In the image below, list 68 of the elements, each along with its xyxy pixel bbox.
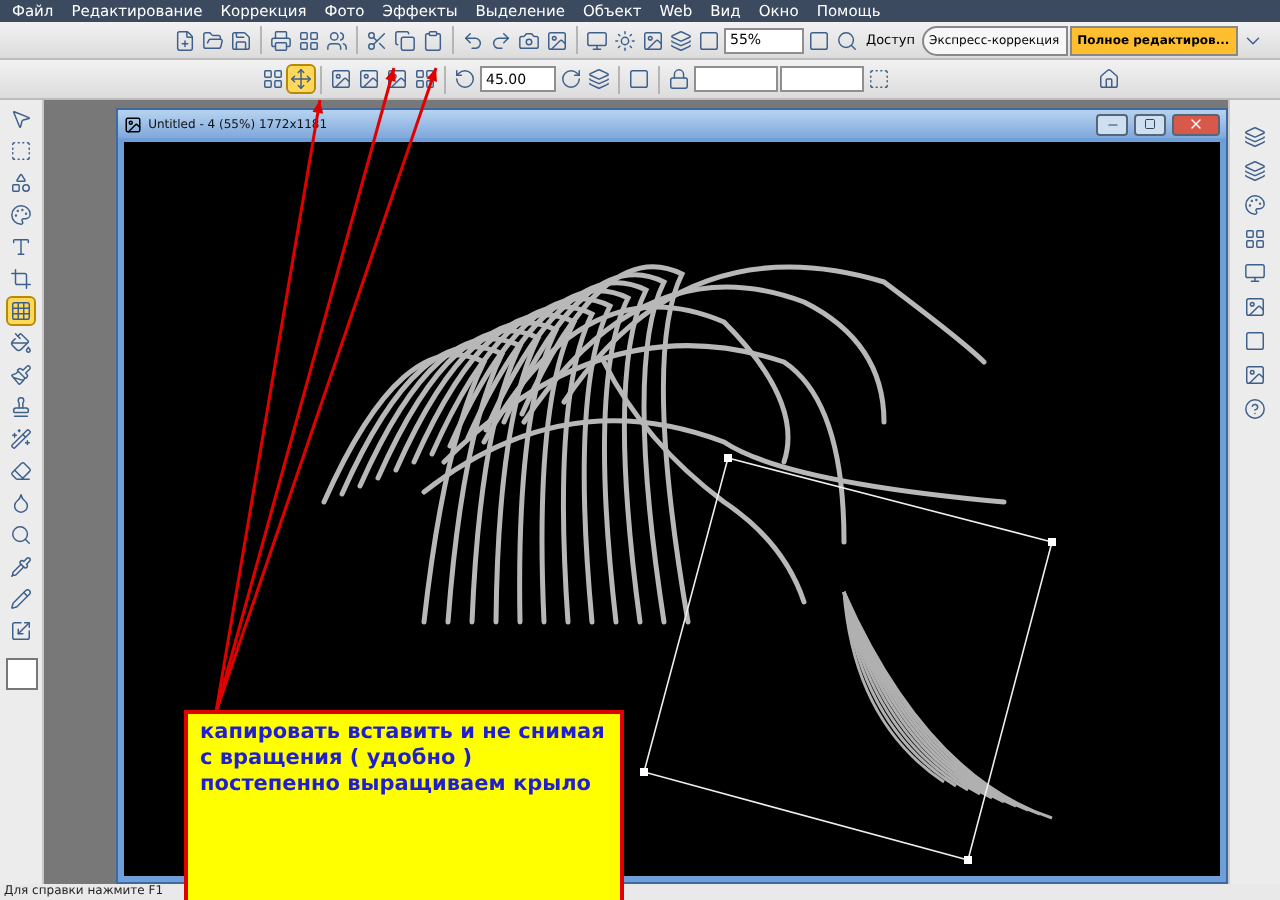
crop-icon[interactable] xyxy=(8,266,35,292)
grid-icon[interactable] xyxy=(8,298,35,324)
close-button[interactable] xyxy=(1172,113,1221,135)
eyedropper-icon[interactable] xyxy=(8,554,35,580)
rotate-left-icon[interactable] xyxy=(452,66,478,92)
copy-icon[interactable] xyxy=(392,27,418,53)
marquee-icon[interactable] xyxy=(8,138,35,164)
palette-icon[interactable] xyxy=(8,202,35,228)
image-icon[interactable] xyxy=(544,27,570,53)
square-icon[interactable] xyxy=(626,66,652,92)
stamp-icon[interactable] xyxy=(8,394,35,420)
home-icon[interactable] xyxy=(1096,66,1122,92)
new-file-icon[interactable] xyxy=(172,27,198,53)
grid-icon[interactable] xyxy=(1242,226,1269,252)
monitor-icon[interactable] xyxy=(1242,260,1269,286)
lock-icon[interactable] xyxy=(666,66,692,92)
monitor-icon[interactable] xyxy=(584,27,610,53)
transform-icon[interactable] xyxy=(288,66,314,92)
save-icon[interactable] xyxy=(228,27,254,53)
people-icon[interactable] xyxy=(324,27,350,53)
undo-icon[interactable] xyxy=(460,27,486,53)
grid-icon[interactable] xyxy=(412,66,438,92)
close-icon xyxy=(1188,116,1205,132)
width-field[interactable] xyxy=(694,66,778,92)
pointer-icon[interactable] xyxy=(8,106,35,132)
shapes-icon[interactable] xyxy=(8,170,35,196)
brush-icon[interactable] xyxy=(8,362,35,388)
redo-icon[interactable] xyxy=(488,27,514,53)
printer-icon[interactable] xyxy=(268,27,294,53)
height-field[interactable] xyxy=(780,66,864,92)
paint-bucket-icon[interactable] xyxy=(8,330,35,356)
grid-icon[interactable] xyxy=(296,27,322,53)
layers-icon[interactable] xyxy=(1242,124,1269,150)
layers-icon[interactable] xyxy=(586,66,612,92)
search-icon[interactable] xyxy=(834,27,860,53)
layout-icon[interactable] xyxy=(260,66,286,92)
clipboard-icon[interactable] xyxy=(420,27,446,53)
zoom-icon[interactable] xyxy=(8,522,35,548)
layers-icon[interactable] xyxy=(1242,158,1269,184)
annotation-note: капировать вставить и не снимая с вращения ( удобно ) постепенно выращиваем крыло xyxy=(184,710,624,900)
square-icon[interactable] xyxy=(1242,328,1269,354)
palette-icon[interactable] xyxy=(1242,192,1269,218)
folder-icon[interactable] xyxy=(200,27,226,53)
resize-icon[interactable] xyxy=(8,618,35,644)
minimize-button[interactable] xyxy=(1096,113,1129,135)
color-swatch[interactable] xyxy=(5,658,38,690)
layers-icon[interactable] xyxy=(668,27,694,53)
eraser-icon[interactable] xyxy=(8,458,35,484)
text-icon[interactable] xyxy=(8,234,35,260)
square-icon[interactable] xyxy=(696,27,722,53)
image-icon[interactable] xyxy=(384,66,410,92)
image-icon[interactable] xyxy=(640,27,666,53)
maximize-icon xyxy=(1144,118,1157,130)
image-icon[interactable] xyxy=(1242,362,1269,388)
camera-icon[interactable] xyxy=(516,27,542,53)
marquee-icon[interactable] xyxy=(866,66,892,92)
rotate-right-icon[interactable] xyxy=(558,66,584,92)
wand-icon[interactable] xyxy=(8,426,35,452)
image-icon[interactable] xyxy=(1242,294,1269,320)
image-icon xyxy=(124,115,143,133)
image-icon[interactable] xyxy=(356,66,382,92)
pencil-icon[interactable] xyxy=(8,586,35,612)
sun-icon[interactable] xyxy=(612,27,638,53)
help-icon[interactable] xyxy=(1242,396,1269,422)
image-icon[interactable] xyxy=(328,66,354,92)
scissors-icon[interactable] xyxy=(364,27,390,53)
maximize-button[interactable] xyxy=(1134,113,1167,135)
square-icon[interactable] xyxy=(806,27,832,53)
